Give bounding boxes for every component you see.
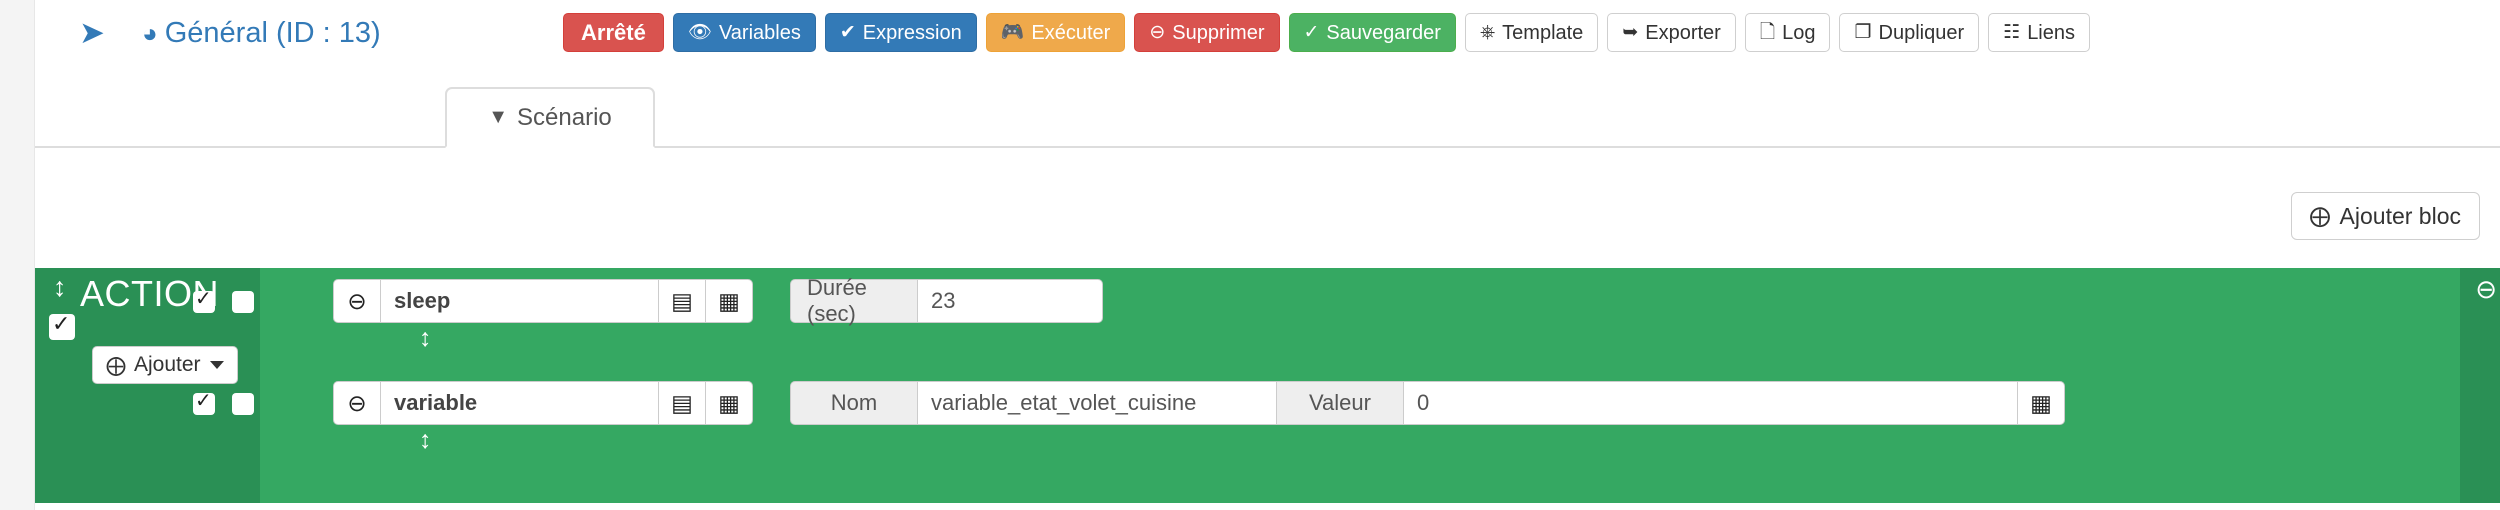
tab-scenario[interactable]: ▼ Scénario	[445, 87, 655, 148]
page-title: ◕ Général (ID : 13)	[142, 17, 381, 49]
left-gutter	[0, 0, 35, 510]
list-alt-icon[interactable]: ▦	[705, 279, 753, 323]
action-row-sleep: ⊖ sleep ▤ ▦ Durée (sec) 23	[193, 274, 2460, 330]
file-text-icon: 🗋	[1759, 22, 1776, 43]
action-name-input[interactable]: variable	[380, 381, 659, 425]
row-secondary-checkbox[interactable]	[232, 291, 254, 313]
links-button[interactable]: ☷ Liens	[1988, 13, 2090, 52]
execute-button[interactable]: 🎮 Exécuter	[985, 13, 1126, 52]
gamepad-icon: 🎮	[1000, 22, 1025, 43]
variable-fields-group: Nom variable_etat_volet_cuisine Valeur 0…	[790, 381, 2065, 425]
action-block: ↕ ACTION ⨁Ajouter ⊖ ⊖ sleep ▤ ▦ Durée (s…	[35, 268, 2500, 503]
row-move-handle-1[interactable]: ↕	[419, 326, 432, 351]
variable-value-field[interactable]: 0	[1403, 381, 2018, 425]
row-move-handle-2[interactable]: ↕	[419, 428, 432, 453]
action-row-variable: ⊖ variable ▤ ▦ Nom variable_etat_volet_c…	[193, 376, 2460, 432]
status-badge: Arrêté	[563, 13, 664, 52]
duration-label: Durée (sec)	[790, 275, 918, 326]
duration-field-group: Durée (sec) 23	[790, 275, 1103, 326]
action-selector-group: ⊖ variable ▤ ▦	[333, 381, 753, 425]
sliders-icon[interactable]: ▤	[658, 279, 706, 323]
chevron-down-icon	[209, 361, 224, 369]
row-enabled-checkbox[interactable]	[193, 388, 215, 415]
variable-name-label: Nom	[790, 381, 918, 425]
list-alt-icon[interactable]: ▦	[705, 381, 753, 425]
check-icon: ✔	[839, 22, 856, 43]
row-enabled-checkbox[interactable]	[193, 286, 215, 313]
sliders-icon[interactable]: ▤	[658, 381, 706, 425]
plus-circle-icon: ⨁	[106, 354, 126, 377]
row-secondary-checkbox[interactable]	[232, 393, 254, 415]
row-remove-button[interactable]: ⊖	[333, 279, 381, 323]
log-button[interactable]: 🗋 Log	[1744, 13, 1831, 52]
variable-value-label: Valeur	[1276, 381, 1404, 425]
export-button[interactable]: ➥ Exporter	[1607, 13, 1736, 52]
tab-strip: ▼ Scénario	[35, 68, 2500, 148]
add-block-button[interactable]: ⨁ Ajouter bloc	[2290, 192, 2480, 240]
duplicate-button[interactable]: ❐ Dupliquer	[1839, 13, 1980, 52]
filter-icon: ▼	[488, 106, 509, 128]
list-alt-icon[interactable]: ▦	[2017, 381, 2065, 425]
minus-circle-icon: ⊖	[1149, 22, 1166, 43]
delete-button[interactable]: ⊖ Supprimer	[1134, 13, 1280, 52]
plus-circle-icon: ⨁	[2309, 204, 2331, 228]
row-remove-button[interactable]: ⊖	[333, 381, 381, 425]
expression-button[interactable]: ✔ Expression	[824, 13, 977, 52]
dashboard-icon: ◕	[142, 18, 158, 48]
page-header: ➤ ◕ Général (ID : 13) Arrêté 👁 Variables ✔…	[35, 0, 2500, 68]
variables-button[interactable]: 👁 Variables	[672, 13, 816, 52]
back-icon[interactable]: ➤	[73, 14, 111, 52]
check-circle-icon: ✓	[1303, 22, 1320, 43]
block-enabled-checkbox[interactable]	[49, 311, 75, 340]
action-name-input[interactable]: sleep	[380, 279, 659, 323]
share-icon: ➥	[1622, 22, 1639, 43]
duration-field[interactable]: 23	[917, 279, 1103, 323]
template-button[interactable]: ⎈ Template	[1464, 13, 1599, 52]
copy-icon: ❐	[1854, 22, 1872, 43]
block-sort-handle[interactable]: ↕	[53, 274, 67, 301]
cubes-icon: ⎈	[1479, 22, 1496, 43]
header-toolbar: Arrêté 👁 Variables ✔ Expression 🎮 Exécuter …	[563, 13, 2099, 52]
object-group-icon: ☷	[2003, 22, 2021, 43]
action-selector-group: ⊖ sleep ▤ ▦	[333, 279, 753, 323]
block-remove-button[interactable]: ⊖	[2475, 276, 2497, 302]
variable-name-field[interactable]: variable_etat_volet_cuisine	[917, 381, 1277, 425]
block-add-action-button[interactable]: ⨁ Ajouter	[92, 346, 238, 384]
scenario-page: ➤ ◕ Général (ID : 13) Arrêté 👁 Variables ✔…	[0, 0, 2500, 510]
eye-icon: 👁	[687, 22, 712, 43]
save-button[interactable]: ✓ Sauvegarder	[1288, 13, 1456, 52]
add-block-toolbar: ⨁ Ajouter bloc	[2290, 192, 2480, 240]
